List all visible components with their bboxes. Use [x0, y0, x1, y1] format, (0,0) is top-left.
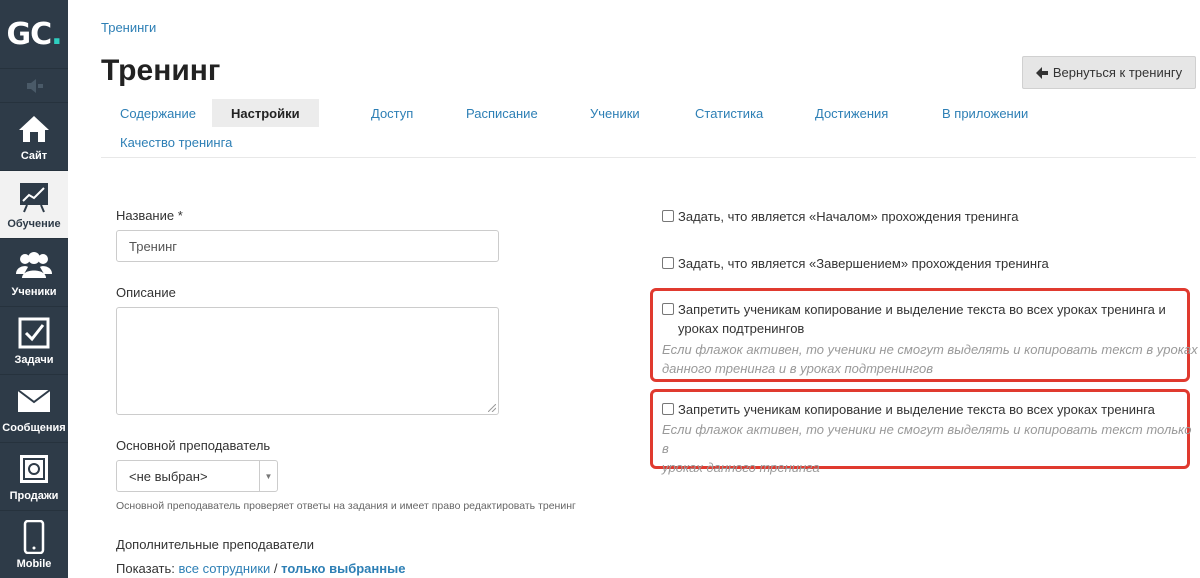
tab-training-quality[interactable]: Качество тренинга	[101, 128, 251, 156]
sidebar-item-mobile[interactable]: Mobile	[0, 510, 68, 578]
teacher-hint: Основной преподаватель проверяет ответы …	[116, 500, 576, 512]
option-no-copy: Запретить ученикам копирование и выделен…	[662, 400, 1155, 419]
teacher-select-value: <не выбран>	[129, 468, 208, 484]
sidebar-item-site[interactable]: Сайт	[0, 102, 68, 170]
tab-settings[interactable]: Настройки	[212, 99, 319, 127]
sidebar-item-learning[interactable]: Обучение	[0, 170, 68, 238]
tab-students[interactable]: Ученики	[571, 99, 659, 127]
no-copy-subtrainings-label-line2: уроках подтренингов	[678, 321, 805, 336]
option-finish: Задать, что является «Завершением» прохо…	[662, 254, 1049, 273]
home-icon	[16, 111, 52, 147]
sidebar-item-students[interactable]: Ученики	[0, 238, 68, 306]
sidebar-item-label: Продажи	[9, 490, 59, 502]
start-checkbox-label: Задать, что является «Началом» прохожден…	[678, 209, 1019, 224]
checkbox-icon	[16, 315, 52, 351]
finish-checkbox[interactable]	[662, 257, 674, 269]
back-to-training-button[interactable]: Вернуться к тренингу	[1022, 56, 1196, 89]
option-start: Задать, что является «Началом» прохожден…	[662, 207, 1018, 226]
no-copy-label: Запретить ученикам копирование и выделен…	[678, 402, 1155, 417]
show-label: Показать:	[116, 561, 175, 576]
arrow-left-icon	[1035, 66, 1048, 79]
sidebar-item-tasks[interactable]: Задачи	[0, 306, 68, 374]
sidebar-item-sales[interactable]: Продажи	[0, 442, 68, 510]
extra-teachers-label: Дополнительные преподаватели	[116, 537, 314, 552]
tab-content[interactable]: Содержание	[101, 99, 215, 127]
tab-access[interactable]: Доступ	[352, 99, 432, 127]
description-label: Описание	[116, 285, 176, 300]
sidebar-item-label: Сообщения	[2, 422, 66, 434]
logo-dot: .	[51, 16, 62, 52]
sidebar-item-label: Задачи	[14, 354, 54, 366]
sidebar: GC. Сайт Обучение Ученики Задачи Сообщен…	[0, 0, 68, 578]
no-copy-desc-line2: уроках данного тренинга	[662, 460, 820, 475]
name-input[interactable]: Тренинг	[116, 230, 499, 262]
option-no-copy-with-subtrainings: Запретить ученикам копирование и выделен…	[662, 300, 1182, 338]
name-label: Название *	[116, 208, 183, 223]
tab-statistics[interactable]: Статистика	[676, 99, 782, 127]
sidebar-item-messages[interactable]: Сообщения	[0, 374, 68, 442]
sidebar-collapse-button[interactable]	[0, 68, 68, 102]
envelope-icon	[16, 383, 52, 419]
sidebar-item-label: Ученики	[11, 286, 57, 298]
teacher-select[interactable]: <не выбран> ▼	[116, 460, 278, 492]
logo-text: GC	[6, 16, 52, 52]
sidebar-item-label: Сайт	[20, 150, 48, 162]
phone-icon	[16, 519, 52, 555]
safe-icon	[16, 451, 52, 487]
finish-checkbox-label: Задать, что является «Завершением» прохо…	[678, 256, 1049, 271]
speaker-icon	[27, 78, 43, 93]
sidebar-item-label: Mobile	[16, 558, 52, 570]
tab-achievements[interactable]: Достижения	[796, 99, 907, 127]
show-all-employees-link[interactable]: все сотрудники	[179, 561, 271, 576]
tab-in-app[interactable]: В приложении	[923, 99, 1047, 127]
sidebar-item-label: Обучение	[7, 218, 61, 230]
no-copy-subtrainings-checkbox[interactable]	[662, 303, 674, 315]
users-icon	[16, 247, 52, 283]
start-checkbox[interactable]	[662, 210, 674, 222]
no-copy-subtrainings-desc-line2: данного тренинга и в уроках подтренингов	[662, 361, 934, 376]
back-button-label: Вернуться к тренингу	[1052, 65, 1183, 80]
breadcrumb-trainings-link[interactable]: Тренинги	[101, 20, 156, 35]
logo[interactable]: GC.	[0, 0, 68, 68]
no-copy-desc-line1: Если флажок активен, то ученики не смогу…	[662, 422, 1192, 456]
page-title: Тренинг	[101, 54, 221, 87]
no-copy-subtrainings-label-line1: Запретить ученикам копирование и выделен…	[678, 302, 1166, 317]
resize-handle-icon[interactable]	[488, 404, 496, 412]
tabs: Содержание Настройки Доступ Расписание У…	[101, 99, 1196, 158]
chevron-down-icon: ▼	[259, 461, 277, 491]
no-copy-subtrainings-desc-line1: Если флажок активен, то ученики не смогу…	[662, 342, 1198, 357]
tab-schedule[interactable]: Расписание	[447, 99, 557, 127]
main-content: Тренинги Тренинг Вернуться к тренингу Со…	[68, 0, 1200, 578]
no-copy-checkbox[interactable]	[662, 403, 674, 415]
show-only-selected-link[interactable]: только выбранные	[281, 561, 405, 576]
teacher-label: Основной преподаватель	[116, 438, 271, 453]
show-filter: Показать: все сотрудники / только выбран…	[116, 561, 405, 576]
description-textarea[interactable]	[116, 307, 499, 415]
show-separator: /	[273, 561, 278, 576]
chart-board-icon	[16, 179, 52, 215]
